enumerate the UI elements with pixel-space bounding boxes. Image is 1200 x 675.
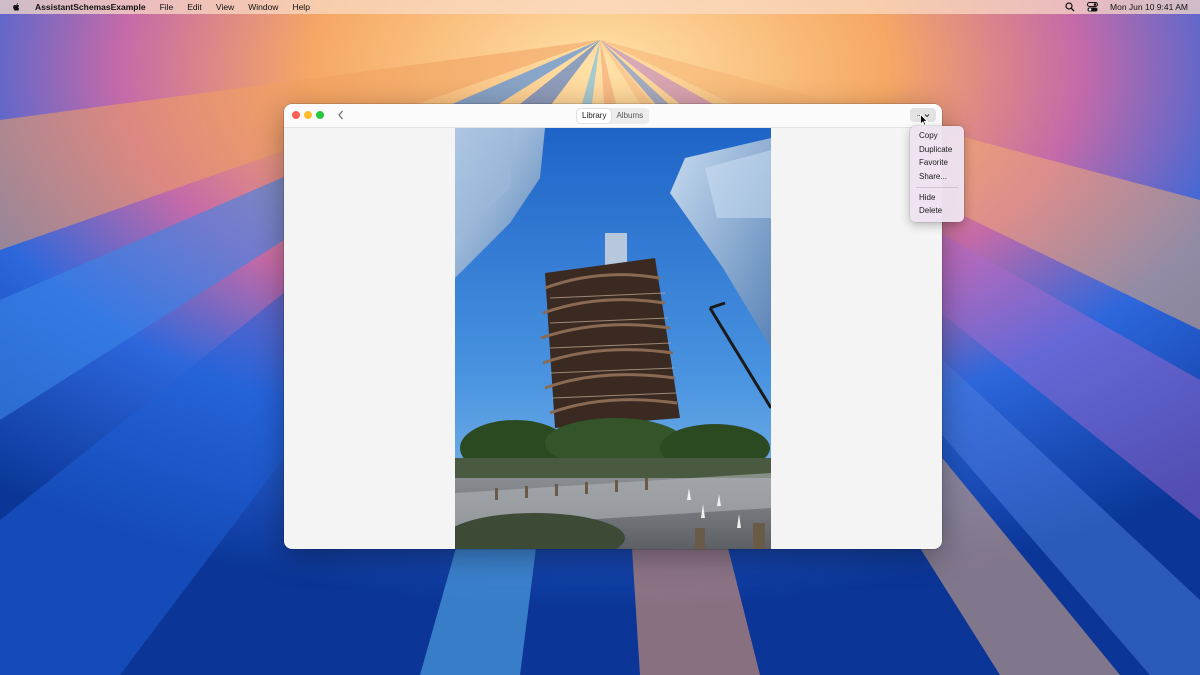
photo-vessel-building[interactable] [455,128,771,549]
menu-item-delete[interactable]: Delete [910,204,964,218]
apple-icon[interactable] [12,2,21,12]
menu-item-copy[interactable]: Copy [910,129,964,143]
menu-item-duplicate[interactable]: Duplicate [910,143,964,157]
mouse-pointer-icon [920,114,928,126]
more-actions-menu: Copy Duplicate Favorite Share... Hide De… [910,126,964,222]
photo-image [455,128,771,549]
menu-bar: AssistantSchemasExample File Edit View W… [0,0,1200,14]
library-albums-segmented-control: Library Albums [576,108,650,124]
menu-file[interactable]: File [160,2,174,12]
menu-separator [916,186,958,188]
menu-help[interactable]: Help [292,2,309,12]
menu-item-hide[interactable]: Hide [910,191,964,205]
window-minimize-button[interactable] [304,111,312,119]
app-window: Library Albums ··· [284,104,942,549]
segment-albums[interactable]: Albums [611,109,648,123]
window-close-button[interactable] [292,111,300,119]
menu-edit[interactable]: Edit [187,2,202,12]
window-zoom-button[interactable] [316,111,324,119]
window-toolbar: Library Albums ··· [284,104,942,128]
spotlight-search-icon[interactable] [1065,2,1075,12]
app-menu[interactable]: AssistantSchemasExample [35,2,146,12]
back-chevron-icon[interactable] [336,109,346,121]
menu-item-favorite[interactable]: Favorite [910,156,964,170]
menu-item-share[interactable]: Share... [910,170,964,184]
segment-library[interactable]: Library [577,109,612,123]
menu-view[interactable]: View [216,2,234,12]
control-center-icon[interactable] [1087,2,1099,12]
menubar-clock[interactable]: Mon Jun 10 9:41 AM [1110,2,1188,12]
menu-window[interactable]: Window [248,2,278,12]
